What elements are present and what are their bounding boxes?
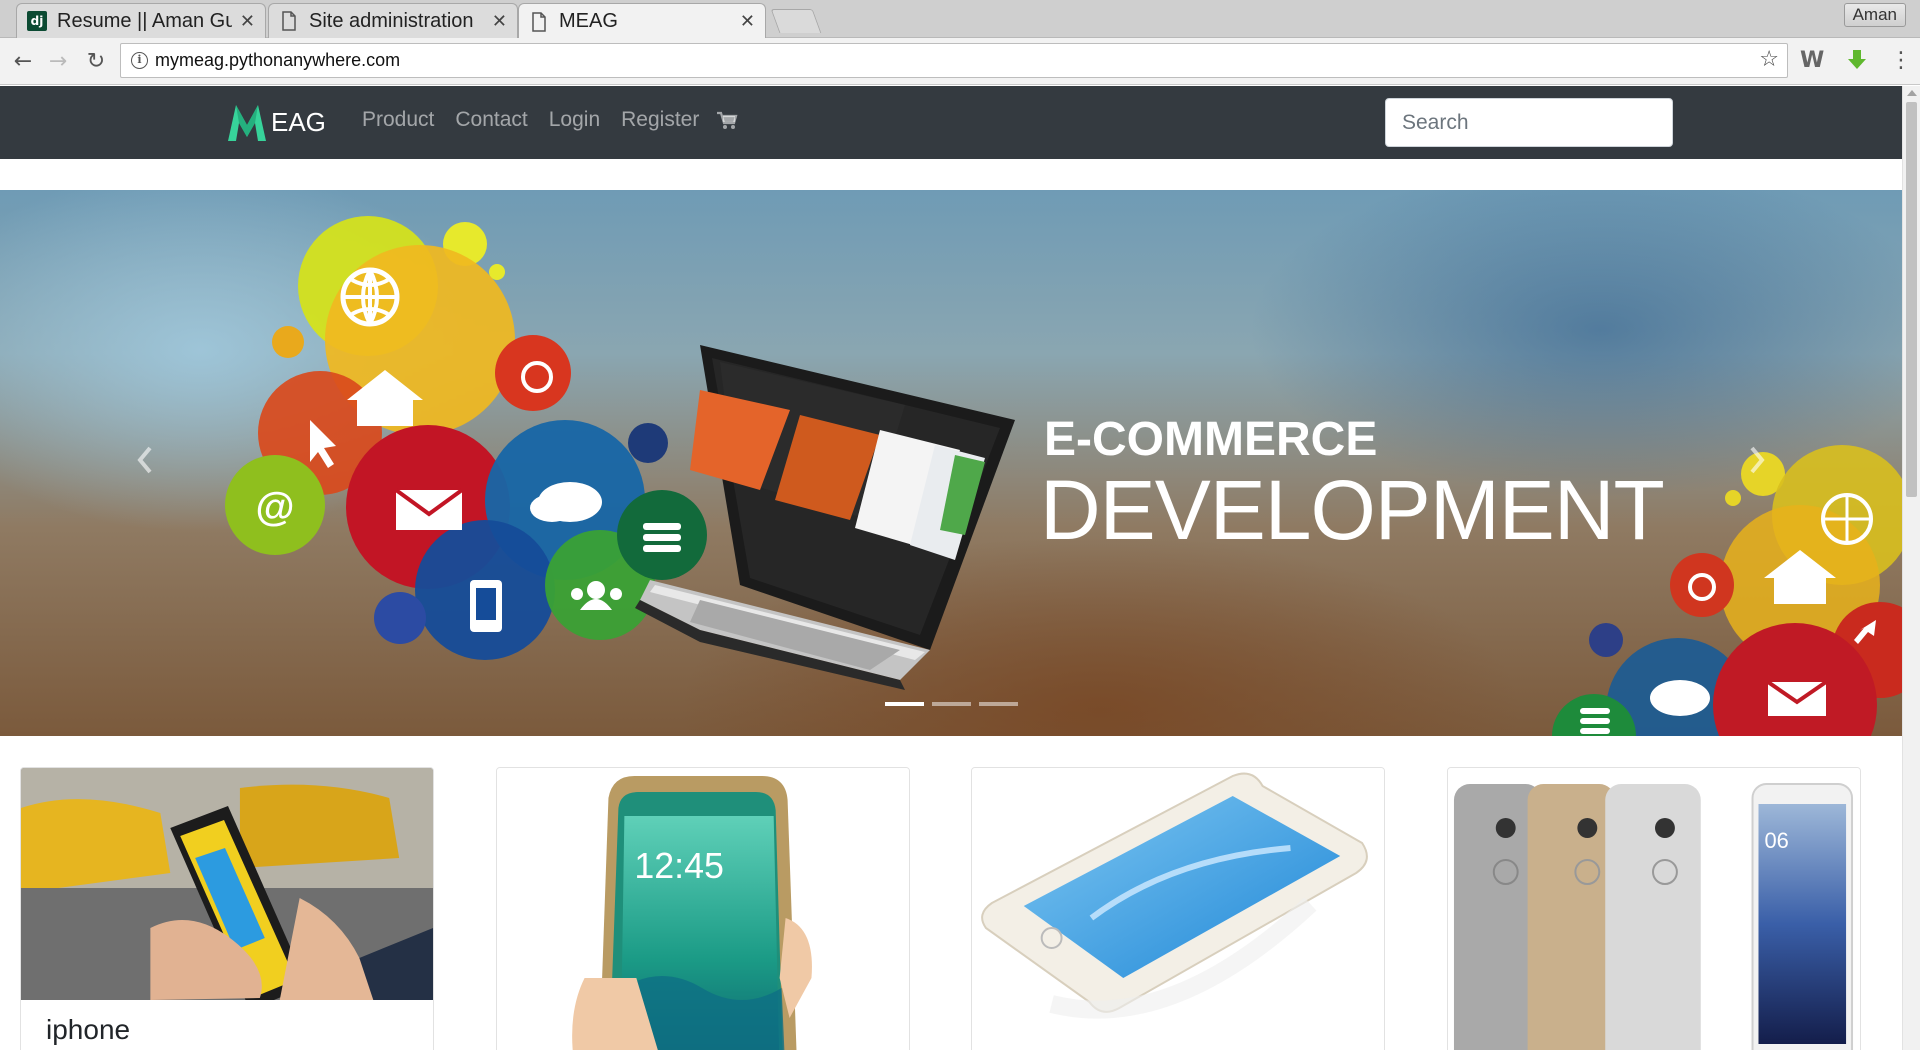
download-extension-icon[interactable] — [1846, 48, 1868, 79]
back-arrow-icon[interactable]: ← — [10, 49, 36, 75]
new-tab-button[interactable] — [770, 9, 822, 33]
product-card[interactable] — [971, 767, 1385, 1050]
carousel-next-icon[interactable] — [1742, 440, 1772, 480]
nav-contact-link[interactable]: Contact — [455, 108, 527, 132]
product-card[interactable]: 06 — [1447, 767, 1861, 1050]
hero-heading-line1: E-COMMERCE — [1044, 413, 1378, 466]
info-icon[interactable]: i — [131, 52, 148, 69]
close-tab-icon[interactable]: ✕ — [492, 11, 507, 32]
main-nav: Product Contact Login Register — [362, 108, 699, 132]
product-image-redmi: 06 — [1448, 768, 1860, 1050]
shopping-cart-icon[interactable] — [716, 110, 738, 132]
browser-tab-resume[interactable]: dj Resume || Aman Gu ✕ — [16, 3, 266, 38]
browser-tab-strip: dj Resume || Aman Gu ✕ Site administrati… — [0, 0, 1920, 39]
browser-tab-meag[interactable]: MEAG ✕ — [518, 3, 766, 39]
product-image-iphone — [21, 768, 433, 1000]
site-navbar: EAG Product Contact Login Register — [0, 86, 1902, 159]
browser-tab-admin[interactable]: Site administration ✕ — [268, 3, 518, 38]
page-icon — [529, 11, 549, 32]
svg-text:06: 06 — [1764, 828, 1788, 853]
hero-carousel: @ E-COMMERCE DEVELOPMENT — [0, 190, 1902, 736]
svg-text:12:45: 12:45 — [634, 845, 724, 886]
scrollbar-thumb[interactable] — [1906, 102, 1917, 497]
close-tab-icon[interactable]: ✕ — [240, 11, 255, 32]
django-icon: dj — [27, 11, 47, 31]
product-card[interactable]: 12:45 — [496, 767, 910, 1050]
tab-title: Site administration — [309, 9, 474, 32]
svg-text:@: @ — [255, 485, 294, 529]
menu-kebab-icon[interactable]: ⋮ — [1890, 48, 1912, 74]
brand-text: EAG — [271, 106, 326, 137]
brand-link[interactable]: EAG — [227, 101, 326, 143]
browser-toolbar: ← → ↻ i mymeag.pythonanywhere.com ☆ W ⋮ — [0, 38, 1920, 85]
nav-login-link[interactable]: Login — [549, 108, 600, 132]
bookmark-star-icon[interactable]: ☆ — [1759, 47, 1779, 72]
meag-logo-icon — [228, 105, 266, 141]
forward-arrow-icon[interactable]: → — [45, 49, 71, 75]
address-bar[interactable]: i mymeag.pythonanywhere.com ☆ — [120, 43, 1788, 78]
page-viewport: EAG Product Contact Login Register Searc… — [0, 86, 1902, 1050]
product-image-samsung: 12:45 — [497, 768, 909, 1050]
tab-title: MEAG — [559, 10, 618, 32]
scroll-up-arrow-icon[interactable] — [1907, 90, 1917, 96]
profile-button[interactable]: Aman — [1843, 3, 1906, 27]
nav-register-link[interactable]: Register — [621, 108, 699, 132]
carousel-prev-icon[interactable] — [130, 440, 160, 480]
product-name[interactable]: iphone — [46, 1014, 130, 1046]
nav-product-link[interactable]: Product — [362, 108, 434, 132]
w-extension-icon[interactable]: W — [1800, 48, 1824, 74]
url-text[interactable]: mymeag.pythonanywhere.com — [155, 50, 400, 71]
close-tab-icon[interactable]: ✕ — [740, 11, 755, 32]
carousel-indicator-1[interactable] — [885, 702, 924, 706]
page-scrollbar[interactable] — [1902, 86, 1920, 1050]
carousel-indicator-3[interactable] — [979, 702, 1018, 706]
page-icon — [279, 11, 299, 31]
tab-title: Resume || Aman Gu — [57, 9, 232, 32]
reload-icon[interactable]: ↻ — [83, 49, 109, 75]
search-input[interactable] — [1385, 98, 1673, 147]
carousel-indicators — [885, 702, 1018, 706]
hero-heading-line2: DEVELOPMENT — [1040, 463, 1665, 557]
product-card[interactable]: iphone — [20, 767, 434, 1050]
carousel-indicator-2[interactable] — [932, 702, 971, 706]
product-image-vivo — [972, 768, 1384, 1050]
